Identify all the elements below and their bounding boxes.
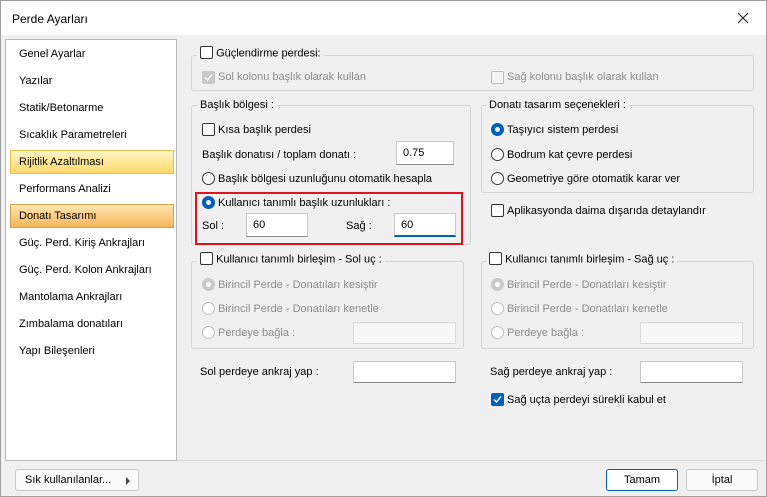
sidebar-item-statik-betonarme[interactable]: Statik/Betonarme <box>10 96 174 120</box>
sag-uzunluk-input[interactable]: 60 <box>394 213 456 237</box>
sik-kullanilanlar-label: Sık kullanılanlar... <box>25 474 112 486</box>
birlesim-sol-label: Kullanıcı tanımlı birleşim - Sol uç : <box>216 253 382 266</box>
tasiyici-sistem-label: Taşıyıcı sistem perdesi <box>507 124 619 136</box>
sag-kolon-baslik-checkbox[interactable] <box>491 71 504 84</box>
sag-uzunluk-label: Sağ : <box>346 220 372 232</box>
sol-uzunluk-input[interactable]: 60 <box>246 213 308 237</box>
sag-perdeye-bagla-label: Perdeye bağla : <box>507 327 585 339</box>
sidebar-item-rijitlik-azaltilmasi[interactable]: Rijitlik Azaltılması <box>10 150 174 174</box>
sidebar-item-zimbalama-donatilari[interactable]: Zımbalama donatıları <box>10 312 174 336</box>
sag-ankraj-input[interactable] <box>640 361 743 383</box>
sol-ankraj-input[interactable] <box>353 361 456 383</box>
surekli-label: Sağ uçta perdeyi sürekli kabul et <box>507 394 666 406</box>
sidebar-item-guc-perd-kolon-ankrajlari[interactable]: Güç. Perd. Kolon Ankrajları <box>10 258 174 282</box>
iptal-button[interactable]: İptal <box>686 469 758 491</box>
guclendirme-label: Güçlendirme perdesi: <box>216 47 321 60</box>
sol-kesistir-radio[interactable] <box>202 278 215 291</box>
sidebar-item-sicaklik-parametreleri[interactable]: Sıcaklık Parametreleri <box>10 123 174 147</box>
dialog-window: Perde Ayarları Genel Ayarlar Yazılar Sta… <box>0 0 767 497</box>
check-icon <box>204 74 213 82</box>
birlesim-sol-header: Kullanıcı tanımlı birleşim - Sol uç : <box>197 252 385 266</box>
sag-ankraj-label: Sağ perdeye ankraj yap : <box>490 366 613 378</box>
sag-kenetle-radio[interactable] <box>491 302 504 315</box>
sidebar-item-donati-tasarimi[interactable]: Donatı Tasarımı <box>10 204 174 228</box>
sol-perdeye-bagla-input[interactable] <box>353 322 456 344</box>
sol-perdeye-bagla-label: Perdeye bağla : <box>218 327 296 339</box>
sol-kolon-baslik-checkbox[interactable] <box>202 71 215 84</box>
kullanici-tanimli-radio[interactable] <box>202 196 215 209</box>
sag-perdeye-bagla-input[interactable] <box>640 322 743 344</box>
birlesim-sag-header: Kullanıcı tanımlı birleşim - Sağ uç : <box>486 252 678 266</box>
sidebar-item-performans-analizi[interactable]: Performans Analizi <box>10 177 174 201</box>
sol-ankraj-label: Sol perdeye ankraj yap : <box>200 366 319 378</box>
footer-divider <box>177 460 765 461</box>
baslik-bolgesi-header: Başlık bölgesi : <box>197 99 277 111</box>
bodrum-kat-radio[interactable] <box>491 148 504 161</box>
sidebar-item-yazilar[interactable]: Yazılar <box>10 69 174 93</box>
close-button[interactable] <box>720 1 766 35</box>
sag-kolon-baslik-label: Sağ kolonu başlık olarak kullan <box>507 71 659 83</box>
sol-kenetle-label: Birincil Perde - Donatıları kenetle <box>218 303 379 315</box>
surekli-checkbox[interactable] <box>491 393 504 406</box>
aplikasyon-label: Aplikasyonda daima dışarıda detaylandır <box>507 205 706 217</box>
aplikasyon-checkbox[interactable] <box>491 204 504 217</box>
sag-kesistir-label: Birincil Perde - Donatıları kesiştir <box>507 279 667 291</box>
sol-perdeye-bagla-radio[interactable] <box>202 326 215 339</box>
baslik-oran-input[interactable]: 0.75 <box>396 141 454 165</box>
geometri-otomatik-radio[interactable] <box>491 172 504 185</box>
settings-category-list[interactable]: Genel Ayarlar Yazılar Statik/Betonarme S… <box>5 39 177 461</box>
chevron-right-icon <box>126 477 130 485</box>
sol-kesistir-label: Birincil Perde - Donatıları kesiştir <box>218 279 378 291</box>
kullanici-tanimli-label: Kullanıcı tanımlı başlık uzunlukları : <box>218 197 391 209</box>
birlesim-sag-checkbox[interactable] <box>489 252 502 265</box>
donati-tasarim-header: Donatı tasarım seçenekleri : <box>486 99 629 111</box>
kisa-baslik-checkbox[interactable] <box>202 123 215 136</box>
sag-perdeye-bagla-radio[interactable] <box>491 326 504 339</box>
check-icon <box>493 396 502 404</box>
sik-kullanilanlar-button[interactable]: Sık kullanılanlar... <box>15 469 139 491</box>
title-bar: Perde Ayarları <box>1 1 766 35</box>
sidebar-item-guc-perd-kiris-ankrajlari[interactable]: Güç. Perd. Kiriş Ankrajları <box>10 231 174 255</box>
tasiyici-sistem-radio[interactable] <box>491 123 504 136</box>
sol-kolon-baslik-label: Sol kolonu başlık olarak kullan <box>218 71 366 83</box>
sol-uzunluk-label: Sol : <box>202 220 225 232</box>
sidebar-item-mantolama-ankrajlari[interactable]: Mantolama Ankrajları <box>10 285 174 309</box>
close-icon <box>737 12 749 24</box>
sag-kesistir-radio[interactable] <box>491 278 504 291</box>
guclendirme-checkbox[interactable] <box>200 46 213 59</box>
window-title: Perde Ayarları <box>12 12 88 26</box>
sag-kenetle-label: Birincil Perde - Donatıları kenetle <box>507 303 668 315</box>
otomatik-hesapla-radio[interactable] <box>202 172 215 185</box>
baslik-oran-label: Başlık donatısı / toplam donatı : <box>202 149 357 161</box>
sol-kenetle-radio[interactable] <box>202 302 215 315</box>
tamam-button[interactable]: Tamam <box>606 469 678 491</box>
bodrum-kat-label: Bodrum kat çevre perdesi <box>507 149 633 161</box>
birlesim-sag-label: Kullanıcı tanımlı birleşim - Sağ uç : <box>505 253 675 266</box>
sidebar-item-yapi-bilesenleri[interactable]: Yapı Bileşenleri <box>10 339 174 363</box>
otomatik-hesapla-label: Başlık bölgesi uzunluğunu otomatik hesap… <box>218 173 433 185</box>
sidebar-item-genel-ayarlar[interactable]: Genel Ayarlar <box>10 42 174 66</box>
geometri-otomatik-label: Geometriye göre otomatik karar ver <box>507 173 681 185</box>
birlesim-sol-checkbox[interactable] <box>200 252 213 265</box>
guclendirme-header: Güçlendirme perdesi: <box>197 46 324 60</box>
kisa-baslik-label: Kısa başlık perdesi <box>218 124 311 136</box>
